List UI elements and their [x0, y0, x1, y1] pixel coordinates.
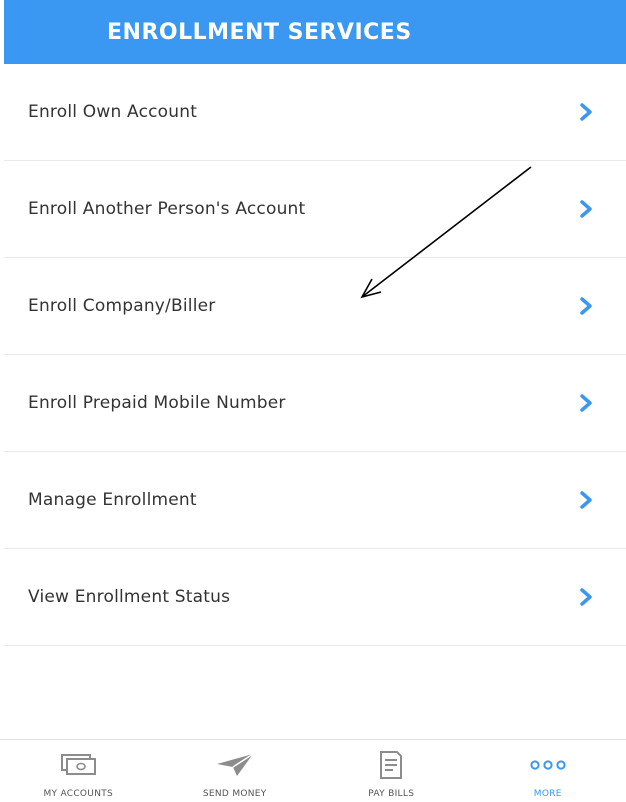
enrollment-menu: Enroll Own Account Enroll Another Person…	[4, 64, 626, 646]
menu-item-label: Enroll Prepaid Mobile Number	[28, 393, 286, 413]
tab-send-money[interactable]: SEND MONEY	[157, 740, 314, 802]
chevron-right-icon[interactable]	[566, 577, 606, 617]
chevron-right-icon[interactable]	[566, 383, 606, 423]
menu-item-view-enrollment-status[interactable]: View Enrollment Status	[4, 549, 626, 646]
chevron-right-icon[interactable]	[566, 480, 606, 520]
more-dots-icon	[528, 750, 568, 780]
menu-item-manage-enrollment[interactable]: Manage Enrollment	[4, 452, 626, 549]
menu-item-label: Enroll Own Account	[28, 102, 198, 122]
tab-label: MORE	[533, 789, 562, 799]
cash-icon	[59, 750, 97, 780]
menu-item-enroll-another-persons-account[interactable]: Enroll Another Person's Account	[4, 161, 626, 258]
app-header: ENROLLMENT SERVICES	[4, 0, 626, 64]
tab-label: MY ACCOUNTS	[43, 789, 114, 799]
chevron-right-icon[interactable]	[566, 189, 606, 229]
menu-item-enroll-company-biller[interactable]: Enroll Company/Biller	[4, 258, 626, 355]
menu-item-label: Manage Enrollment	[28, 490, 197, 510]
tab-label: SEND MONEY	[202, 789, 267, 799]
paper-plane-icon	[215, 750, 255, 780]
menu-item-enroll-prepaid-mobile-number[interactable]: Enroll Prepaid Mobile Number	[4, 355, 626, 452]
tab-pay-bills[interactable]: PAY BILLS	[313, 740, 470, 802]
bill-icon	[377, 750, 405, 780]
bottom-tab-bar: MY ACCOUNTS SEND MONEY PAY BILLS MORE	[0, 739, 626, 802]
tab-more[interactable]: MORE	[470, 740, 626, 802]
tab-label: PAY BILLS	[368, 789, 415, 799]
chevron-right-icon[interactable]	[566, 92, 606, 132]
page-title: ENROLLMENT SERVICES	[107, 19, 412, 45]
menu-item-label: Enroll Another Person's Account	[28, 199, 306, 219]
chevron-right-icon[interactable]	[566, 286, 606, 326]
tab-my-accounts[interactable]: MY ACCOUNTS	[0, 740, 157, 802]
menu-item-label: Enroll Company/Biller	[28, 296, 216, 316]
menu-item-enroll-own-account[interactable]: Enroll Own Account	[4, 64, 626, 161]
menu-item-label: View Enrollment Status	[28, 587, 231, 607]
